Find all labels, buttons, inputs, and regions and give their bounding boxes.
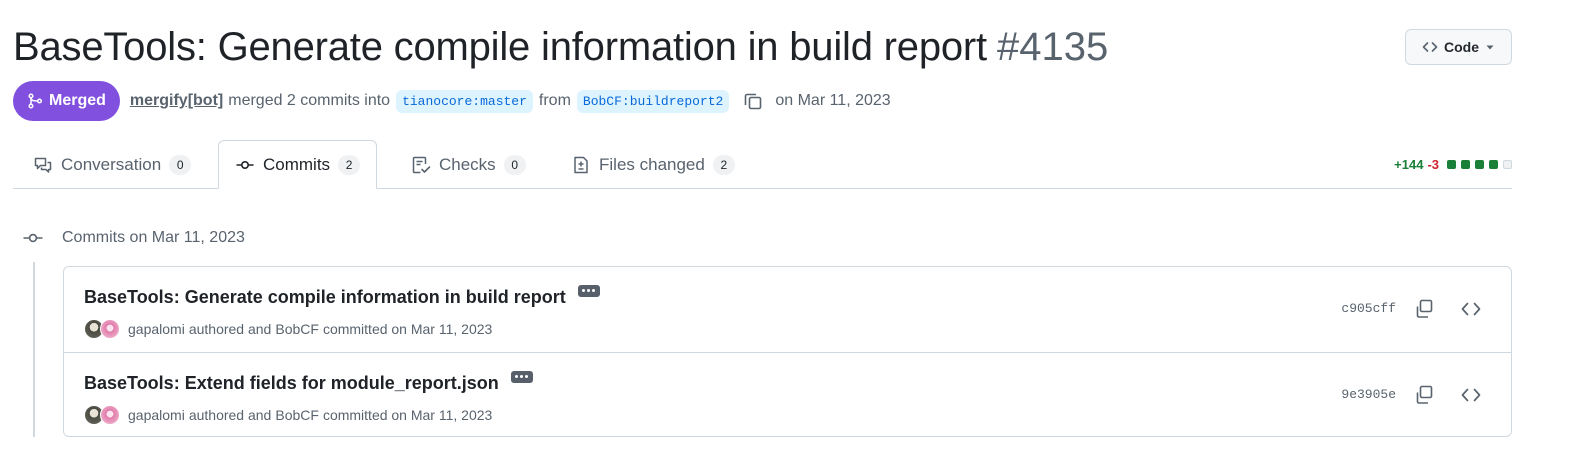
status-label: Merged [49, 92, 106, 109]
status-badge: Merged [13, 81, 120, 121]
triangle-down-icon [1486, 45, 1494, 50]
tab-counter: 0 [169, 154, 192, 175]
copy-sha-button[interactable] [1413, 298, 1435, 325]
commit-meta: gapalomi authored and BobCF committed on… [84, 405, 492, 425]
code-icon [1461, 388, 1481, 402]
timeline-line [33, 262, 35, 437]
diffstat-deletions: -3 [1427, 157, 1439, 172]
commit-title-row: BaseTools: Extend fields for module_repo… [84, 370, 533, 394]
commit-sha-link[interactable]: 9e3905e [1341, 387, 1396, 402]
comment-discussion-icon [34, 157, 52, 173]
commit-title-link[interactable]: BaseTools: Extend fields for module_repo… [84, 373, 499, 394]
tab-commits[interactable]: Commits 2 [218, 140, 378, 189]
copy-icon [1416, 385, 1433, 404]
diffstat-additions: +144 [1394, 157, 1424, 172]
diffstat-box [1447, 160, 1456, 169]
browse-repo-button[interactable] [1461, 386, 1481, 409]
committed-text: committed on Mar 11, 2023 [322, 407, 493, 423]
avatar[interactable] [100, 405, 120, 425]
commits-date-heading: Commits on Mar 11, 2023 [22, 228, 245, 248]
commit-committer-link[interactable]: BobCF [275, 321, 319, 337]
code-icon [1461, 302, 1481, 316]
committed-text: committed on Mar 11, 2023 [322, 321, 493, 337]
commit-author-link[interactable]: gapalomi [128, 407, 185, 423]
tab-label: Commits [263, 154, 331, 174]
commit-committer-link[interactable]: BobCF [275, 407, 319, 423]
commit-list: BaseTools: Generate compile information … [63, 266, 1512, 437]
merge-date: on Mar 11, 2023 [775, 92, 891, 109]
code-icon [1422, 42, 1438, 52]
tab-counter: 2 [338, 154, 361, 175]
tab-files-changed[interactable]: Files changed 2 [555, 140, 751, 189]
diffstat-box [1461, 160, 1470, 169]
git-merge-icon [28, 93, 43, 109]
code-button[interactable]: Code [1405, 29, 1512, 65]
expand-message-button[interactable] [510, 370, 533, 383]
pr-meta: Merged mergify[bot] merged 2 commits int… [13, 81, 891, 121]
code-button-label: Code [1444, 39, 1479, 55]
tab-conversation[interactable]: Conversation 0 [17, 140, 207, 189]
head-branch[interactable]: BobCF:buildreport2 [576, 89, 730, 113]
diffstat-box [1489, 160, 1498, 169]
file-diff-icon [574, 156, 588, 173]
git-commit-icon [23, 233, 43, 243]
expand-message-button[interactable] [577, 284, 600, 297]
list-item: BaseTools: Generate compile information … [64, 267, 1511, 352]
diffstat-box [1503, 160, 1512, 169]
diffstat-box [1475, 160, 1484, 169]
tab-counter: 2 [712, 154, 735, 175]
avatar-stack [84, 319, 120, 339]
browse-repo-button[interactable] [1461, 300, 1481, 323]
commit-sha-link[interactable]: c905cff [1341, 301, 1396, 316]
list-item: BaseTools: Extend fields for module_repo… [64, 352, 1511, 437]
tab-counter: 0 [503, 154, 526, 175]
authored-text: authored and [188, 321, 272, 337]
tab-label: Conversation [61, 154, 162, 174]
from-text: from [538, 92, 571, 109]
tab-label: Checks [439, 154, 496, 174]
copy-sha-button[interactable] [1413, 384, 1435, 411]
pr-title-row: BaseTools: Generate compile information … [13, 25, 1108, 70]
tab-label: Files changed [599, 154, 705, 174]
pr-number: #4135 [996, 25, 1109, 69]
diffstat: +144 -3 [1394, 157, 1512, 172]
commit-meta: gapalomi authored and BobCF committed on… [84, 319, 492, 339]
commit-title-link[interactable]: BaseTools: Generate compile information … [84, 287, 566, 308]
copy-icon [1416, 299, 1433, 318]
copy-icon [745, 93, 762, 110]
authored-text: authored and [188, 407, 272, 423]
git-commit-icon [236, 160, 254, 169]
base-branch[interactable]: tianocore:master [396, 89, 533, 113]
page-title: BaseTools: Generate compile information … [13, 25, 987, 69]
checklist-icon [412, 156, 431, 173]
avatar-stack [84, 405, 120, 425]
author-link[interactable]: mergify[bot] [130, 92, 223, 110]
pr-tabs: Conversation 0 Commits 2 Checks 0 Files … [13, 140, 1512, 189]
commit-title-row: BaseTools: Generate compile information … [84, 284, 600, 308]
commits-date-label: Commits on Mar 11, 2023 [62, 229, 245, 246]
merged-text: merged 2 commits into [228, 92, 391, 109]
commit-author-link[interactable]: gapalomi [128, 321, 185, 337]
tab-checks[interactable]: Checks 0 [395, 140, 542, 189]
copy-branch-button[interactable] [743, 91, 763, 111]
avatar[interactable] [100, 319, 120, 339]
